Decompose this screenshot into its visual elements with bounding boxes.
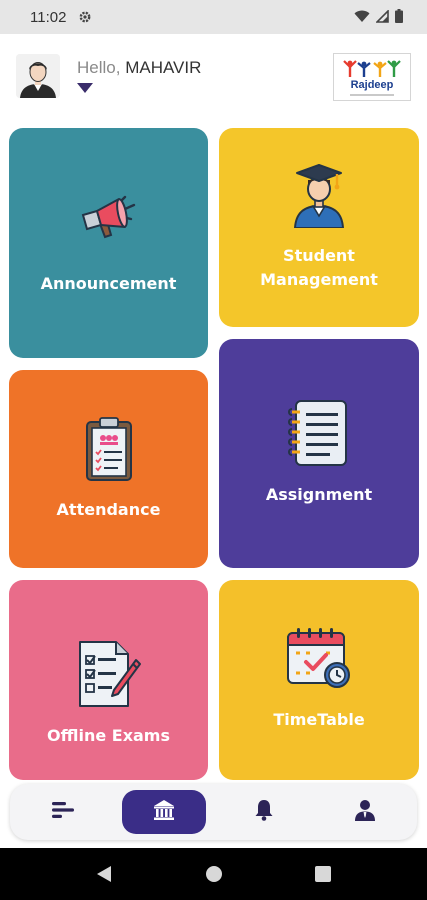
- exam-checklist-icon: [76, 640, 142, 712]
- signal-icon: [375, 8, 389, 27]
- nav-notifications-button[interactable]: [233, 790, 295, 834]
- status-bar: 11:02: [0, 0, 427, 34]
- menu-lines-icon: [52, 801, 74, 823]
- megaphone-icon: [75, 193, 143, 257]
- battery-icon: [395, 8, 403, 27]
- nav-menu-button[interactable]: [32, 790, 94, 834]
- tile-student-line-2: Management: [260, 270, 378, 289]
- tile-student-line-1: Student: [283, 246, 355, 265]
- recents-square-icon[interactable]: [313, 864, 333, 884]
- wifi-icon: [354, 8, 370, 27]
- tile-attendance-label: Attendance: [56, 500, 161, 519]
- dashboard-screen: 11:02 Hello, MAHAVIR Rajdeep Announcemen…: [0, 0, 427, 900]
- tile-offline-exams[interactable]: Offline Exams: [9, 580, 208, 780]
- tile-announcement[interactable]: Announcement: [9, 128, 208, 358]
- notebook-icon: [288, 399, 350, 471]
- tile-student-management[interactable]: Student Management: [219, 128, 419, 327]
- bell-icon: [255, 799, 273, 825]
- tile-announcement-label: Announcement: [40, 274, 177, 293]
- brand-tagline-mark: [350, 93, 394, 96]
- graduate-icon: [291, 162, 347, 232]
- tile-timetable-label: TimeTable: [273, 710, 365, 729]
- nav-profile-button[interactable]: [334, 790, 396, 834]
- home-circle-icon[interactable]: [204, 864, 224, 884]
- app-header: Hello, MAHAVIR Rajdeep: [0, 34, 427, 120]
- calendar-icon: [286, 627, 352, 693]
- greeting-text: Hello, MAHAVIR: [77, 58, 201, 78]
- caret-down-icon[interactable]: [76, 81, 94, 95]
- tile-timetable[interactable]: TimeTable: [219, 580, 419, 780]
- brand-logo: Rajdeep: [333, 53, 411, 101]
- status-icons: [354, 8, 403, 27]
- tile-assignment-label: Assignment: [265, 485, 373, 504]
- institution-icon: [153, 799, 175, 825]
- profile-icon: [354, 799, 376, 825]
- greeting-prefix: Hello,: [77, 58, 126, 77]
- user-name: MAHAVIR: [125, 58, 202, 77]
- clipboard-icon: [84, 416, 134, 486]
- status-time: 11:02: [30, 8, 67, 26]
- tile-attendance[interactable]: Attendance: [9, 370, 208, 568]
- nav-home-button[interactable]: [122, 790, 206, 834]
- tile-assignment[interactable]: Assignment: [219, 339, 419, 568]
- user-avatar-icon[interactable]: [16, 54, 60, 98]
- system-navigation-bar: [0, 848, 427, 900]
- back-icon[interactable]: [94, 864, 114, 884]
- tile-offline-exams-label: Offline Exams: [47, 726, 170, 745]
- settings-gear-icon: [78, 10, 92, 24]
- brand-name: Rajdeep: [350, 78, 394, 91]
- brand-figures-icon: [343, 59, 401, 77]
- tile-student-management-label: Student Management: [219, 244, 419, 292]
- bottom-navigation: [10, 784, 417, 840]
